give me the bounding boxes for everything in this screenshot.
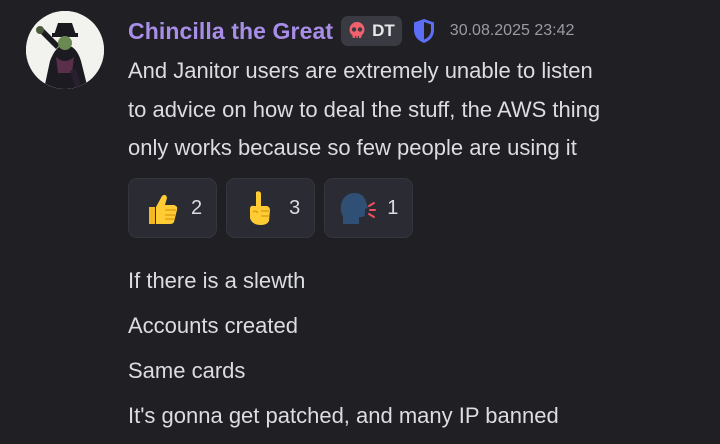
avatar[interactable] [26, 11, 104, 89]
reactions-bar: 2 3 1 [128, 178, 414, 238]
message-line: And Janitor users are extremely unable t… [128, 58, 593, 83]
speaking-head-icon [341, 193, 377, 224]
message-line: Same cards [128, 358, 246, 383]
message-line: to advice on how to deal the stuff, the … [128, 96, 601, 122]
message-line: only works because so few people are usi… [128, 135, 577, 160]
avatar-image [26, 11, 104, 89]
shield-icon[interactable] [413, 18, 435, 44]
message-line: Accounts created [128, 313, 298, 338]
reaction-count: 2 [191, 196, 203, 219]
message-header: Chincilla the Great DT 30.08.2025 23:42 [128, 14, 574, 48]
reaction-thumbs-up[interactable]: 2 [128, 178, 218, 238]
server-tag[interactable]: DT [341, 16, 402, 46]
reaction-count: 3 [289, 196, 301, 219]
username[interactable]: Chincilla the Great [128, 18, 333, 45]
message-line: It's gonna get patched, and many IP bann… [128, 403, 559, 428]
server-tag-label: DT [372, 21, 395, 40]
reaction-count: 1 [387, 196, 399, 219]
reaction-index-pointing-up[interactable]: 3 [226, 178, 316, 238]
timestamp[interactable]: 30.08.2025 23:42 [450, 22, 575, 40]
followup-messages: If there is a slewth Accounts created Sa… [128, 258, 708, 438]
message-content: And Janitor users are extremely unable t… [128, 52, 708, 168]
thumbs-up-icon [149, 194, 178, 224]
index-pointing-up-icon [250, 191, 271, 225]
skull-icon [349, 22, 365, 39]
reaction-speaking-head[interactable]: 1 [324, 178, 414, 238]
message-line: If there is a slewth [128, 268, 306, 293]
